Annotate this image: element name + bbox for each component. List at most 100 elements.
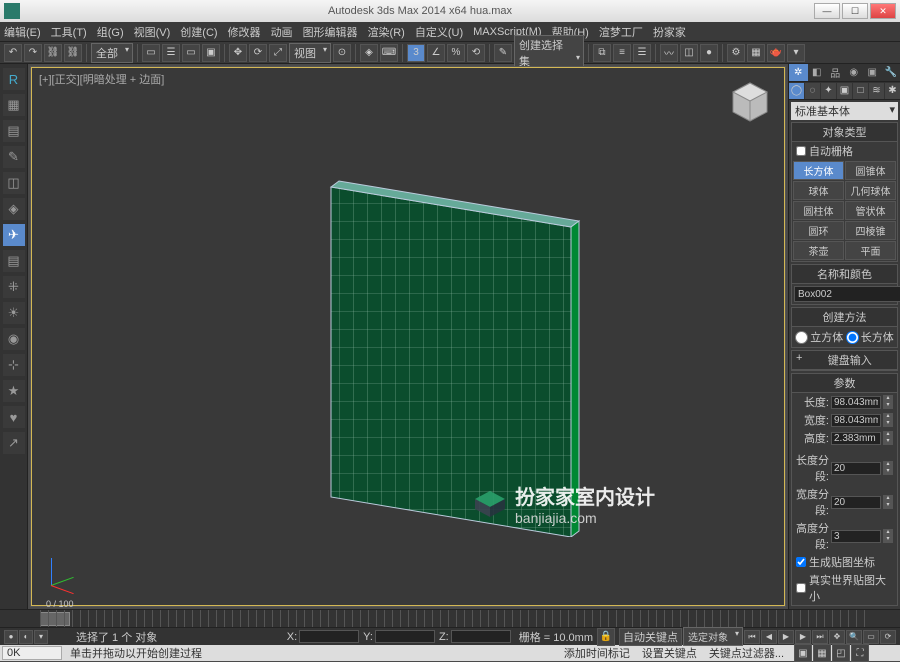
nav-max-button[interactable]: ⛶	[851, 644, 869, 662]
viewport[interactable]: [+][正交][明暗处理 + 边面] 扮家家室内设计 banjiajia.com	[30, 66, 786, 607]
cameras-cat-button[interactable]: ▣	[837, 83, 852, 99]
camera-icon[interactable]: ◉	[3, 328, 25, 350]
nav-zoomall-button[interactable]: ▦	[813, 644, 831, 662]
rotate-button[interactable]: ⟳	[249, 44, 267, 62]
lseg-down[interactable]: ▾	[883, 468, 893, 475]
align-button[interactable]: ≡	[613, 44, 631, 62]
height-spinner[interactable]	[831, 432, 881, 445]
subcategory-dropdown[interactable]: 标准基本体	[791, 102, 898, 120]
nav-fov-button[interactable]: ▭	[863, 630, 879, 644]
menu-rendering[interactable]: 渲染(R)	[368, 24, 405, 40]
width-down[interactable]: ▾	[883, 420, 893, 427]
menu-modifiers[interactable]: 修改器	[228, 24, 261, 40]
box-button[interactable]: 长方体	[793, 161, 844, 180]
maximize-button[interactable]: ☐	[842, 3, 868, 19]
pyramid-button[interactable]: 四棱锥	[845, 221, 896, 240]
cone-button[interactable]: 圆锥体	[845, 161, 896, 180]
helpers-cat-button[interactable]: □	[853, 83, 868, 99]
geom-cat-button[interactable]: ◯	[789, 83, 804, 99]
length-down[interactable]: ▾	[883, 402, 893, 409]
angle-snap-button[interactable]: ∠	[427, 44, 445, 62]
mapcoords-checkbox[interactable]	[796, 557, 806, 567]
menu-group[interactable]: 组(G)	[97, 24, 124, 40]
teapot-button[interactable]: 茶壶	[793, 241, 844, 260]
display-tab[interactable]: ▣	[863, 64, 882, 81]
box-object[interactable]	[311, 167, 591, 537]
autokey-button[interactable]: 自动关键点	[619, 628, 682, 646]
pivot-button[interactable]: ⊙	[333, 44, 351, 62]
selection-filter-dropdown[interactable]: 全部	[91, 43, 133, 63]
object-name-input[interactable]	[794, 286, 900, 302]
snap-button[interactable]: 3	[407, 44, 425, 62]
prev-frame-button[interactable]: ◀	[761, 630, 777, 644]
height-up[interactable]: ▴	[883, 431, 893, 438]
move-button[interactable]: ✥	[229, 44, 247, 62]
render-button[interactable]: 🫖	[767, 44, 785, 62]
hierarchy-tab[interactable]: 品	[826, 64, 845, 81]
hseg-up[interactable]: ▴	[883, 529, 893, 536]
keymode-toggle[interactable]: ◐	[19, 630, 33, 644]
nav-orbit-button[interactable]: ⟳	[880, 630, 896, 644]
method-rollout-header[interactable]: 创建方法	[792, 308, 897, 327]
schematic-button[interactable]: ◫	[680, 44, 698, 62]
script-input[interactable]: 0K	[2, 646, 62, 660]
cube-radio[interactable]	[795, 331, 808, 344]
shapes-cat-button[interactable]: ◌	[805, 83, 820, 99]
create-tab[interactable]: ✲	[789, 64, 808, 81]
spinner-snap-button[interactable]: ⟲	[467, 44, 485, 62]
window-crossing-button[interactable]: ▣	[202, 44, 220, 62]
realworld-checkbox[interactable]	[796, 583, 806, 593]
percent-snap-button[interactable]: %	[447, 44, 465, 62]
keymode-button[interactable]: ⌨	[380, 44, 398, 62]
poly-icon[interactable]: ▦	[3, 94, 25, 116]
z-coord-input[interactable]	[451, 630, 511, 643]
menu-tools[interactable]: 工具(T)	[51, 24, 87, 40]
time-slider[interactable]: 0 / 100	[0, 609, 900, 627]
height-down[interactable]: ▾	[883, 438, 893, 445]
slice-icon[interactable]: ◫	[3, 172, 25, 194]
hseg-spinner[interactable]	[831, 530, 881, 543]
lseg-spinner[interactable]	[831, 462, 881, 475]
refcoord-dropdown[interactable]: 视图	[289, 43, 331, 63]
params-rollout-header[interactable]: 参数	[792, 374, 897, 393]
light-icon[interactable]: ☀	[3, 302, 25, 324]
lights-cat-button[interactable]: ✦	[821, 83, 836, 99]
modify-tab[interactable]: ◧	[808, 64, 827, 81]
undo-button[interactable]: ↶	[4, 44, 22, 62]
apps-icon[interactable]: ⁜	[3, 276, 25, 298]
length-up[interactable]: ▴	[883, 395, 893, 402]
edit-icon[interactable]: ✎	[3, 146, 25, 168]
plane-button[interactable]: 平面	[845, 241, 896, 260]
menu-plugin2[interactable]: 扮家家	[653, 24, 686, 40]
select-button[interactable]: ▭	[142, 44, 160, 62]
setkey-button[interactable]: ●	[4, 630, 18, 644]
render-prod-button[interactable]: ▾	[787, 44, 805, 62]
lseg-up[interactable]: ▴	[883, 461, 893, 468]
diamond-icon[interactable]: ◈	[3, 198, 25, 220]
wseg-up[interactable]: ▴	[883, 495, 893, 502]
keyicon-button[interactable]: ▾	[34, 630, 48, 644]
objtype-rollout-header[interactable]: 对象类型	[792, 123, 897, 142]
curve-editor-button[interactable]: 〰	[660, 44, 678, 62]
motion-tab[interactable]: ◉	[845, 64, 864, 81]
width-up[interactable]: ▴	[883, 413, 893, 420]
viewport-label[interactable]: [+][正交][明暗处理 + 边面]	[39, 71, 164, 87]
menu-customize[interactable]: 自定义(U)	[415, 24, 463, 40]
length-spinner[interactable]	[831, 396, 881, 409]
menu-plugin1[interactable]: 渲梦工厂	[599, 24, 643, 40]
menu-animation[interactable]: 动画	[271, 24, 293, 40]
lock-icon[interactable]: 🔒	[597, 628, 615, 646]
material-editor-button[interactable]: ●	[700, 44, 718, 62]
redo-button[interactable]: ↷	[24, 44, 42, 62]
unlink-button[interactable]: ⛓	[64, 44, 82, 62]
setkey-label[interactable]: 设置关键点	[636, 645, 703, 661]
box-radio[interactable]	[846, 331, 859, 344]
namecolor-rollout-header[interactable]: 名称和颜色	[792, 265, 897, 284]
wseg-down[interactable]: ▾	[883, 502, 893, 509]
y-coord-input[interactable]	[375, 630, 435, 643]
hseg-down[interactable]: ▾	[883, 536, 893, 543]
axis-icon[interactable]: ⊹	[3, 354, 25, 376]
geosphere-button[interactable]: 几何球体	[845, 181, 896, 200]
wseg-spinner[interactable]	[831, 496, 881, 509]
next-frame-button[interactable]: ▶	[795, 630, 811, 644]
